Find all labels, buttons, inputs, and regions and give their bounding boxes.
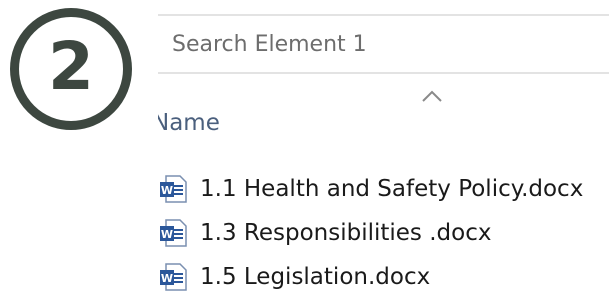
svg-text:W: W <box>161 272 173 285</box>
svg-text:W: W <box>161 228 173 241</box>
file-name: 1.3 Responsibilities .docx <box>200 220 492 246</box>
column-header-label: Name <box>158 110 220 136</box>
file-item[interactable]: W 1.5 Legislation.docx <box>158 255 609 296</box>
word-document-icon: W <box>160 219 187 247</box>
file-browser-panel: 2 Name W 1.1 Health and Safety Policy.do… <box>0 0 609 296</box>
file-item[interactable]: W 1.3 Responsibilities .docx <box>158 211 609 255</box>
file-name: 1.5 Legislation.docx <box>200 264 431 290</box>
svg-text:W: W <box>161 184 173 197</box>
step-number-badge: 2 <box>10 8 132 130</box>
step-number: 2 <box>48 28 94 105</box>
file-item[interactable]: W 1.1 Health and Safety Policy.docx <box>158 167 609 211</box>
word-document-icon: W <box>160 175 187 203</box>
search-input[interactable] <box>158 31 592 57</box>
chevron-up-icon[interactable] <box>420 88 444 104</box>
column-header-name[interactable]: Name <box>158 108 458 142</box>
file-name: 1.1 Health and Safety Policy.docx <box>200 176 584 202</box>
file-list: W 1.1 Health and Safety Policy.docx W 1.… <box>158 167 609 296</box>
search-box[interactable] <box>158 14 609 74</box>
word-document-icon: W <box>160 263 187 291</box>
